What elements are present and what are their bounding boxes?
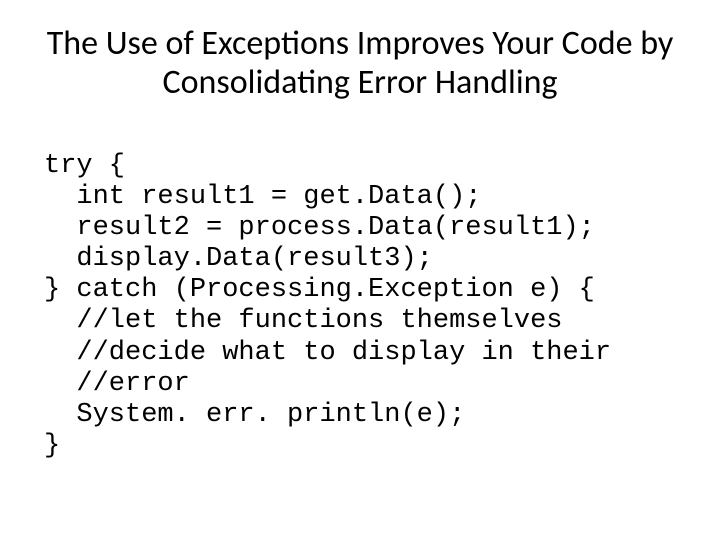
code-block: try { int result1 = get.Data(); result2 … bbox=[44, 120, 680, 462]
code-line: } catch (Processing.Exception e) { bbox=[44, 275, 595, 305]
slide-title: The Use of Exceptions Improves Your Code… bbox=[40, 24, 680, 102]
code-line: } bbox=[44, 431, 60, 461]
code-line: try { bbox=[44, 151, 125, 181]
code-line: //error bbox=[44, 369, 190, 399]
code-line: //decide what to display in their bbox=[44, 338, 611, 368]
code-line: result2 = process.Data(result1); bbox=[44, 213, 595, 243]
code-line: //let the functions themselves bbox=[44, 306, 562, 336]
code-line: int result1 = get.Data(); bbox=[44, 182, 481, 212]
code-line: display.Data(result3); bbox=[44, 244, 433, 274]
code-line: System. err. println(e); bbox=[44, 400, 465, 430]
slide: The Use of Exceptions Improves Your Code… bbox=[0, 0, 720, 462]
